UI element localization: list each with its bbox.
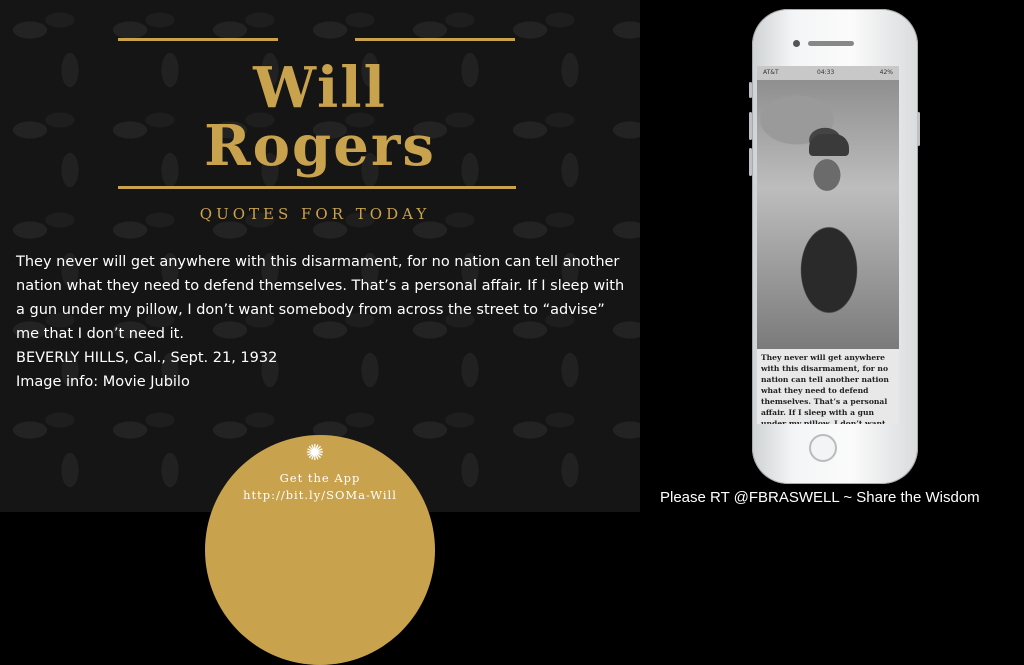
get-app-label[interactable]: Get the App xyxy=(205,471,435,485)
hat-shape xyxy=(809,134,849,156)
carrier-label: AT&T xyxy=(763,69,779,76)
quote-block: They never will get anywhere with this d… xyxy=(16,250,626,394)
bottom-rule xyxy=(118,186,516,189)
phone-volume-down xyxy=(749,148,752,176)
home-button[interactable] xyxy=(809,434,837,462)
app-link[interactable]: http://bit.ly/SOMa-Will xyxy=(205,488,435,502)
battery-level: 42% xyxy=(879,69,893,76)
get-app-badge[interactable] xyxy=(205,435,435,665)
phone-mute-switch xyxy=(749,82,752,98)
image-info: Image info: Movie Jubilo xyxy=(16,374,190,390)
phone-volume-up xyxy=(749,112,752,140)
movie-still-photo xyxy=(757,80,899,350)
quote-text: They never will get anywhere with this d… xyxy=(16,254,625,342)
subtitle: QUOTES FOR TODAY xyxy=(199,205,431,223)
quote-source: BEVERLY HILLS, Cal., Sept. 21, 1932 xyxy=(16,350,278,366)
title-last-name: Rogers xyxy=(204,113,436,179)
screen-quote-text: They never will get anywhere with this d… xyxy=(761,353,889,424)
front-camera-icon xyxy=(793,40,800,47)
status-time: 04:33 xyxy=(817,69,835,76)
phone-power-button xyxy=(917,112,920,146)
status-bar: AT&T 04:33 42% xyxy=(757,66,899,80)
title-first-name: Will xyxy=(253,55,387,121)
mandala-icon: ✺ xyxy=(305,441,325,466)
phone-speaker xyxy=(808,41,854,46)
top-rule-right xyxy=(355,38,515,41)
top-rule-left xyxy=(118,38,278,41)
share-cta: Please RT @FBRASWELL ~ Share the Wisdom xyxy=(660,489,980,506)
